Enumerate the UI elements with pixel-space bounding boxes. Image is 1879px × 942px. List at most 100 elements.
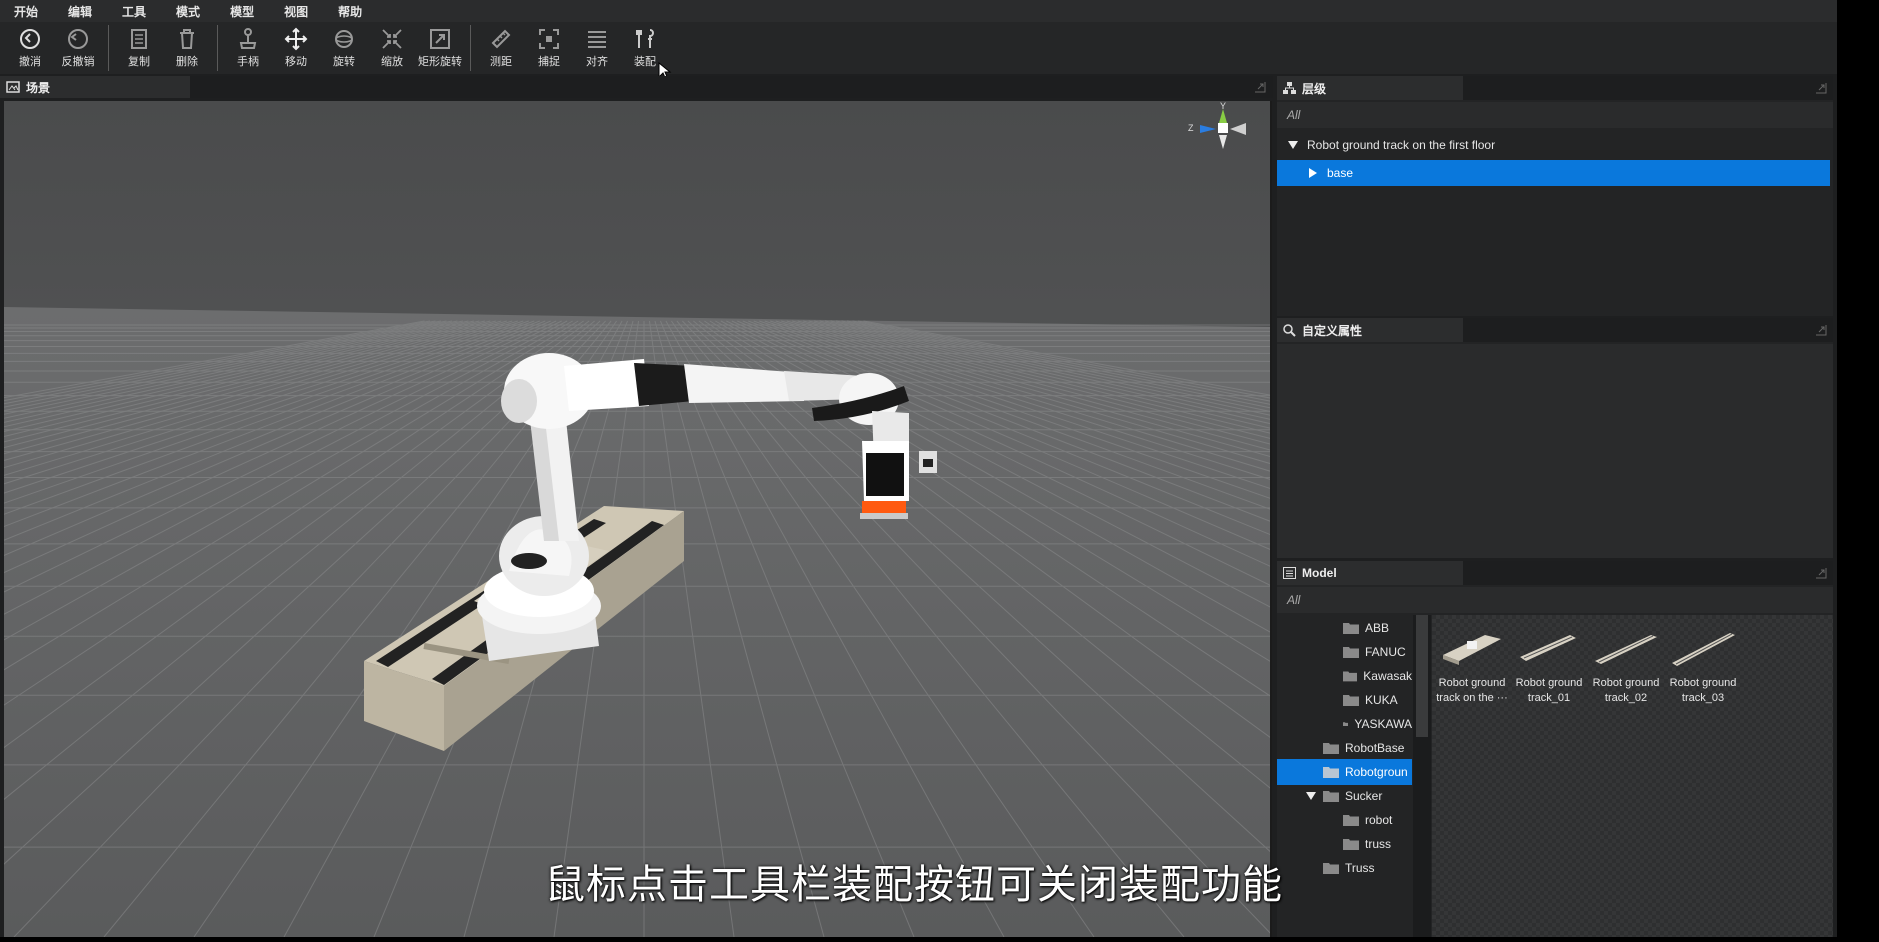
rect-rotate-icon: [430, 29, 450, 49]
model-folder-abb-label: ABB: [1365, 621, 1390, 635]
model-folder-truss[interactable]: Truss: [1277, 855, 1412, 881]
model-folder-abb[interactable]: ABB: [1277, 615, 1412, 641]
tree-item-base-label: base: [1327, 166, 1354, 180]
collapse-triangle-icon[interactable]: [1307, 167, 1319, 179]
menu-help[interactable]: 帮助: [338, 3, 362, 20]
model-thumb-label-line1: Robot ground: [1669, 677, 1737, 689]
model-folder-robot[interactable]: robot: [1277, 807, 1412, 833]
model-thumb-label-line2: track_02: [1604, 692, 1648, 704]
move-label: 移动: [285, 56, 307, 68]
tab-scene[interactable]: 场景: [0, 76, 190, 98]
model-folder-kuka-label: KUKA: [1365, 693, 1398, 707]
search-icon: [1283, 323, 1296, 337]
tab-hierarchy[interactable]: 层级: [1277, 76, 1463, 100]
toolbar-divider: [108, 25, 109, 71]
rect-rotate-label: 矩形旋转: [418, 56, 462, 68]
model-tree-scrollbar[interactable]: [1413, 615, 1431, 937]
menu-mode[interactable]: 模式: [176, 3, 200, 20]
hierarchy-title: 层级: [1302, 81, 1327, 96]
menu-model[interactable]: 模型: [230, 3, 254, 20]
maximize-icon[interactable]: [1815, 567, 1827, 579]
model-thumb-label-line1: Robot ground: [1438, 677, 1506, 689]
rotate-button[interactable]: 旋转: [320, 23, 368, 73]
maximize-icon[interactable]: [1815, 82, 1827, 94]
scene-title: 场景: [26, 80, 51, 95]
rect-rotate-button[interactable]: 矩形旋转: [416, 23, 464, 73]
menu-edit[interactable]: 编辑: [68, 3, 92, 20]
maximize-icon[interactable]: [1254, 81, 1266, 93]
scene-viewport[interactable]: Y Z: [4, 101, 1272, 937]
scale-button[interactable]: 缩放: [368, 23, 416, 73]
undo-button[interactable]: 撤消: [6, 23, 54, 73]
wrench-icon: [636, 29, 654, 48]
undo-icon: [20, 29, 40, 49]
model-folder-sucker[interactable]: Sucker: [1277, 783, 1412, 809]
folder-icon: [1343, 623, 1359, 634]
model-thumb-label-line1: Robot ground: [1592, 677, 1660, 689]
measure-label: 测距: [490, 56, 512, 68]
rotate-icon: [335, 30, 353, 48]
snap-icon: [539, 29, 559, 49]
measure-button[interactable]: 测距: [477, 23, 525, 73]
tree-item-root[interactable]: Robot ground track on the first floor: [1277, 132, 1833, 158]
model-header: Model: [1277, 561, 1833, 585]
align-icon: [588, 31, 606, 48]
delete-label: 删除: [176, 56, 198, 68]
model-thumb-label-line2: track_03: [1681, 692, 1725, 704]
axis-y-label: Y: [1220, 101, 1226, 111]
model-folder-fanuc[interactable]: FANUC: [1277, 639, 1412, 665]
custom-properties-title: 自定义属性: [1302, 323, 1363, 338]
move-button[interactable]: 移动: [272, 23, 320, 73]
redo-button[interactable]: 反撤销: [54, 23, 102, 73]
scrollbar-thumb[interactable]: [1416, 615, 1428, 737]
model-thumbnail-grid: Robot ground track on the ··· Robot grou…: [1432, 615, 1833, 937]
model-thumb-track-03[interactable]: Robot ground track_03: [1665, 623, 1741, 706]
maximize-icon[interactable]: [1815, 324, 1827, 336]
model-folder-truss-sub[interactable]: truss: [1277, 831, 1412, 857]
tab-custom-properties[interactable]: 自定义属性: [1277, 318, 1463, 342]
expand-triangle-icon[interactable]: [1287, 139, 1299, 151]
tree-item-base[interactable]: base: [1277, 160, 1830, 186]
model-folder-yaskawa-label: YASKAWA: [1354, 717, 1412, 731]
folder-icon: [1343, 815, 1359, 826]
model-folder-kawasaki[interactable]: Kawasak: [1277, 663, 1412, 689]
expand-triangle-icon[interactable]: [1305, 790, 1317, 802]
model-thumb-track-first-floor[interactable]: Robot ground track on the ···: [1434, 623, 1510, 706]
model-folder-robotground[interactable]: Robotgroun: [1277, 759, 1412, 785]
scene-panel-header: 场景: [0, 76, 1273, 98]
model-folder-yaskawa[interactable]: YASKAWA: [1277, 711, 1412, 737]
toolbar-divider: [217, 25, 218, 71]
model-panel: Model All ABB FANUC Kawasak KUKA YASKAWA…: [1277, 561, 1833, 937]
folder-icon: [1343, 671, 1358, 682]
model-thumb-track-01[interactable]: Robot ground track_01: [1511, 623, 1587, 706]
menu-tools[interactable]: 工具: [122, 3, 146, 20]
menu-view[interactable]: 视图: [284, 3, 308, 20]
model-folder-kawasaki-label: Kawasak: [1363, 669, 1412, 683]
model-folder-robotbase[interactable]: RobotBase: [1277, 735, 1412, 761]
model-folder-robot-label: robot: [1365, 813, 1393, 827]
folder-icon: [1323, 743, 1339, 754]
snap-button[interactable]: 捕捉: [525, 23, 573, 73]
copy-button[interactable]: 复制: [115, 23, 163, 73]
menu-start[interactable]: 开始: [14, 3, 38, 20]
model-filter-input[interactable]: All: [1277, 587, 1833, 613]
folder-icon: [1323, 791, 1339, 802]
model-folder-truss-label: Truss: [1345, 861, 1375, 875]
joystick-icon: [239, 28, 257, 49]
align-button[interactable]: 对齐: [573, 23, 621, 73]
toolbar: 撤消 反撤销 复制 删除 手柄 移动 旋转 缩放 矩形旋转 测距 捕捉 对齐 装…: [0, 22, 1837, 81]
model-folder-kuka[interactable]: KUKA: [1277, 687, 1412, 713]
folder-icon: [1343, 839, 1359, 850]
model-folder-truss-sub-label: truss: [1365, 837, 1392, 851]
handle-button[interactable]: 手柄: [224, 23, 272, 73]
tab-model[interactable]: Model: [1277, 561, 1463, 585]
custom-properties-panel: 自定义属性: [1277, 318, 1833, 558]
track-thumbnail-icon: [1672, 633, 1735, 666]
model-thumb-track-02[interactable]: Robot ground track_02: [1588, 623, 1664, 706]
assemble-label: 装配: [634, 56, 656, 68]
delete-button[interactable]: 删除: [163, 23, 211, 73]
hierarchy-filter-input[interactable]: All: [1277, 102, 1833, 128]
align-label: 对齐: [586, 56, 608, 68]
scene-render: Y Z: [4, 101, 1272, 937]
video-caption: 鼠标点击工具栏装配按钮可关闭装配功能: [545, 862, 1283, 908]
